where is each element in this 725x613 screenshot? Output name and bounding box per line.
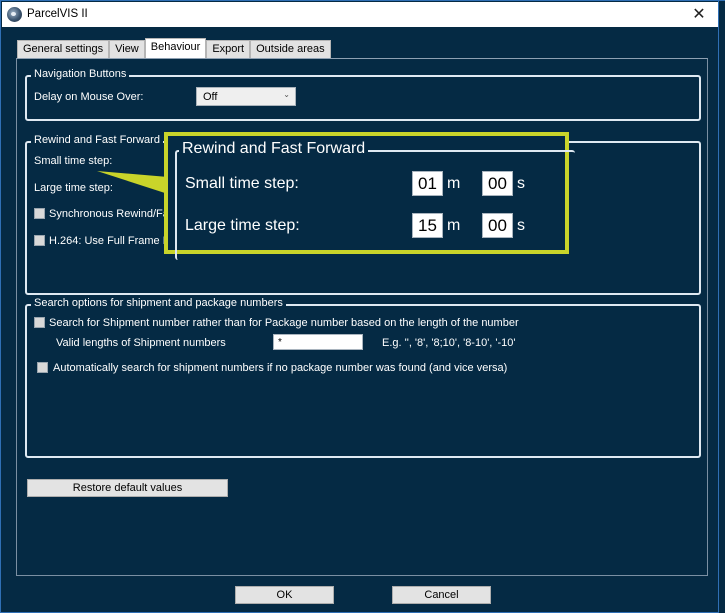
tab-view[interactable]: View — [109, 40, 145, 58]
h264-full-frame-checkbox[interactable] — [34, 235, 45, 246]
chevron-down-icon: ⌄ — [283, 90, 290, 99]
tab-export[interactable]: Export — [206, 40, 251, 58]
close-icon[interactable]: ✕ — [688, 4, 710, 24]
large-time-step-label: Large time step: — [34, 182, 113, 194]
large-minutes-unit: m — [447, 217, 461, 234]
tab-outside-areas[interactable]: Outside areas — [250, 40, 331, 58]
synchronous-rewind-label: Synchronous Rewind/Fa — [49, 208, 169, 220]
ok-button[interactable]: OK — [235, 586, 334, 604]
callout-rewind-group: Rewind and Fast Forward — [175, 140, 575, 260]
tab-bar: General settings View Behaviour Export O… — [17, 38, 331, 58]
zoom-callout: Rewind and Fast Forward Small time step:… — [164, 132, 575, 260]
restore-default-values-button[interactable]: Restore default values — [27, 479, 228, 497]
small-time-step-seconds-input[interactable]: 00 — [482, 171, 513, 196]
search-options-legend: Search options for shipment and package … — [31, 297, 286, 309]
window-right-border — [718, 1, 725, 613]
callout-large-time-step-label: Large time step: — [185, 217, 300, 234]
synchronous-rewind-checkbox[interactable] — [34, 208, 45, 219]
large-seconds-unit: s — [517, 217, 525, 234]
navigation-buttons-legend: Navigation Buttons — [31, 68, 130, 80]
small-time-step-minutes-input[interactable]: 01 — [412, 171, 443, 196]
window-title: ParcelVIS II — [27, 8, 88, 20]
title-bar: ParcelVIS II ✕ — [2, 2, 718, 27]
valid-lengths-example: E.g. '', '8', '8;10', '8-10', '-10' — [382, 337, 516, 349]
settings-window: ParcelVIS II ✕ General settings View Beh… — [0, 0, 725, 613]
valid-lengths-input[interactable] — [273, 334, 363, 350]
delay-on-mouse-over-dropdown[interactable]: Off ⌄ — [196, 87, 296, 106]
small-seconds-unit: s — [517, 175, 525, 192]
auto-search-label: Automatically search for shipment number… — [53, 362, 508, 374]
valid-lengths-label: Valid lengths of Shipment numbers — [56, 337, 226, 349]
auto-search-checkbox[interactable] — [37, 362, 48, 373]
h264-full-frame-label: H.264: Use Full Frame M — [49, 235, 172, 247]
small-time-step-label: Small time step: — [34, 155, 113, 167]
callout-rewind-legend: Rewind and Fast Forward — [179, 140, 369, 158]
cancel-button[interactable]: Cancel — [392, 586, 491, 604]
app-logo-icon — [7, 7, 22, 22]
search-shipment-number-label: Search for Shipment number rather than f… — [49, 317, 519, 329]
tab-general-settings[interactable]: General settings — [17, 40, 110, 58]
large-time-step-seconds-input[interactable]: 00 — [482, 213, 513, 238]
search-shipment-number-checkbox[interactable] — [34, 317, 45, 328]
tab-behaviour[interactable]: Behaviour — [144, 38, 207, 58]
delay-selected-value: Off — [203, 91, 218, 103]
delay-on-mouse-over-label: Delay on Mouse Over: — [34, 91, 144, 103]
small-minutes-unit: m — [447, 175, 461, 192]
rewind-fast-forward-legend: Rewind and Fast Forward — [31, 134, 163, 146]
callout-small-time-step-label: Small time step: — [185, 175, 299, 192]
large-time-step-minutes-input[interactable]: 15 — [412, 213, 443, 238]
